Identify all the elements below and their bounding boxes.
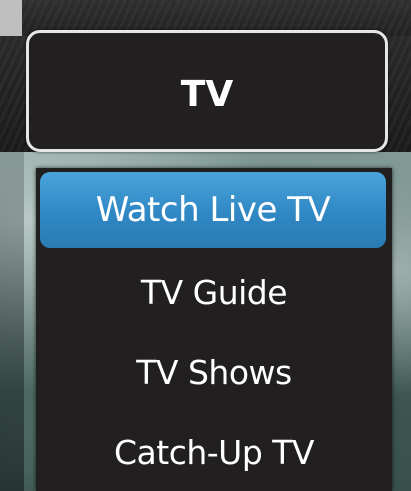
background-video-edge — [0, 152, 24, 491]
menu-item-tv-shows[interactable]: TV Shows — [36, 336, 392, 408]
tv-menu-button[interactable]: TV — [26, 30, 388, 152]
menu-item-catch-up-tv[interactable]: Catch-Up TV — [36, 416, 392, 488]
tv-dropdown-menu: Watch Live TV TV Guide TV Shows Catch-Up… — [36, 168, 392, 491]
menu-item-watch-live-tv[interactable]: Watch Live TV — [40, 172, 386, 248]
tv-menu-screen: TV Watch Live TV TV Guide TV Shows Catch… — [0, 0, 411, 491]
menu-item-label: TV Shows — [136, 352, 292, 392]
menu-item-tv-guide[interactable]: TV Guide — [36, 256, 392, 328]
menu-item-label: Catch-Up TV — [114, 432, 315, 472]
tv-menu-button-label: TV — [180, 73, 234, 115]
header-edge — [0, 0, 22, 36]
menu-item-label: Watch Live TV — [95, 190, 331, 230]
menu-item-label: TV Guide — [140, 272, 288, 312]
